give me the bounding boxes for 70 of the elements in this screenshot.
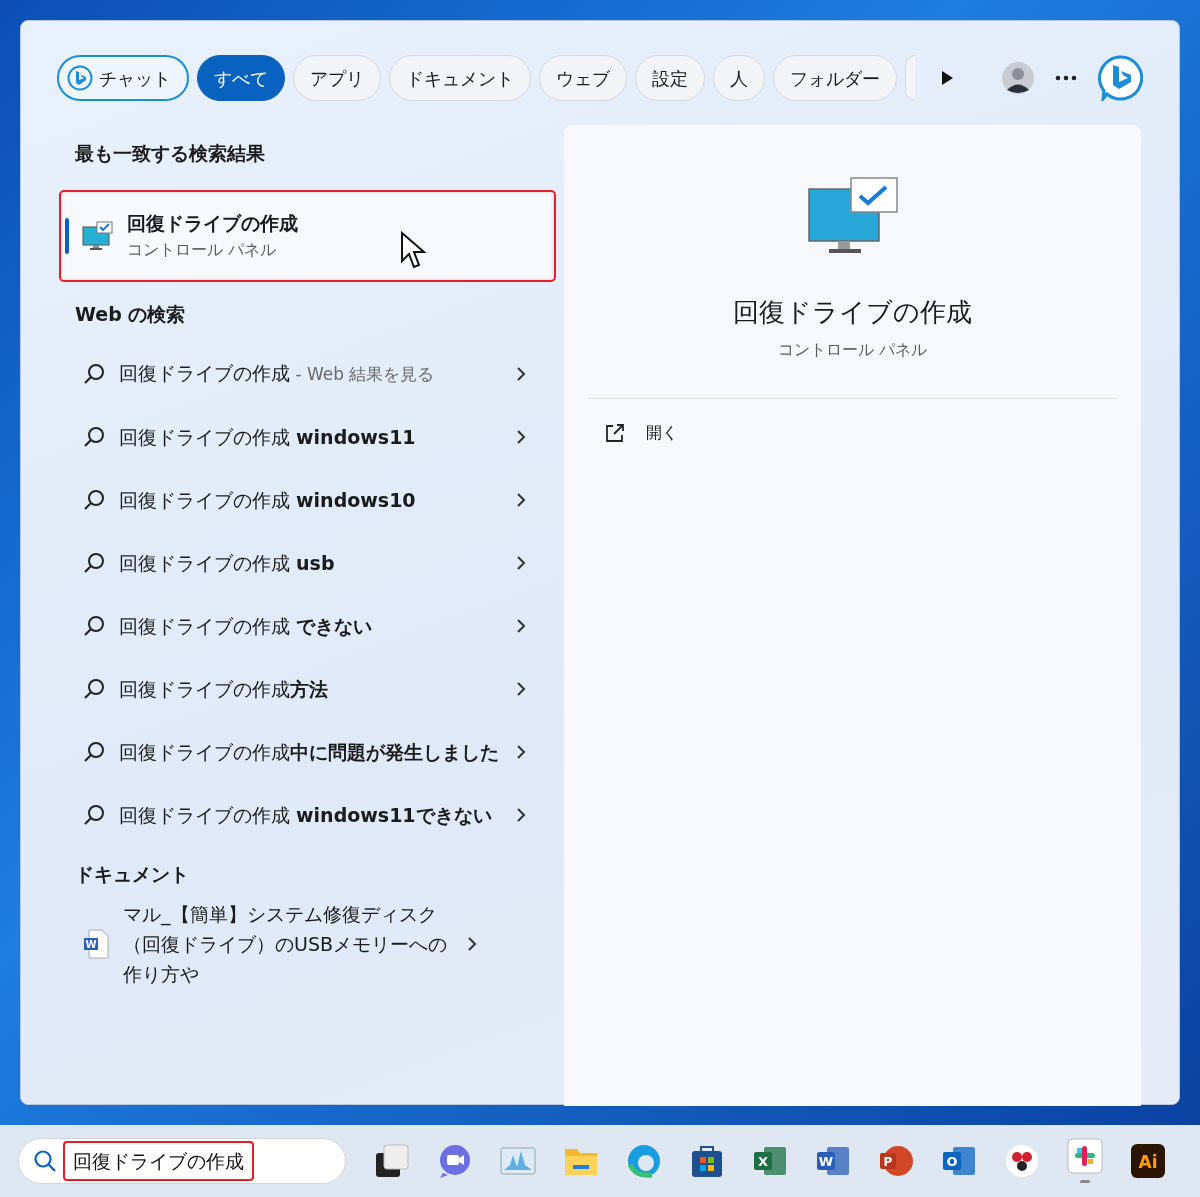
search-icon: [83, 425, 105, 448]
taskbar-search-field[interactable]: 回復ドライブの作成: [18, 1138, 346, 1184]
result-text: 回復ドライブの作成 できない: [119, 613, 374, 639]
chevron-icon: [516, 554, 526, 571]
best-match-item[interactable]: 回復ドライブの作成 コントロール パネル: [59, 189, 556, 282]
section-heading: 最も一致する検索結果: [74, 141, 266, 166]
chevron-icon: [516, 617, 526, 634]
store-icon[interactable]: [689, 1143, 725, 1179]
result-title: 回復ドライブの作成: [127, 211, 298, 237]
chevron-icon: [516, 680, 526, 697]
section-heading: Web の検索: [74, 301, 187, 327]
search-icon: [83, 362, 105, 385]
result-subtitle: コントロール パネル: [127, 238, 278, 261]
filter-tab[interactable]: アプリ: [293, 55, 381, 101]
web-result-item[interactable]: 回復ドライブの作成 - Web 結果を見る: [59, 342, 556, 405]
browser-icon[interactable]: [626, 1143, 662, 1179]
document-item[interactable]: W マル_【簡単】システム修復ディスク（回復ドライブ）のUSBメモリーへの作り方や: [59, 898, 556, 989]
chevron-icon: [516, 365, 526, 382]
filter-tab[interactable]: ドキュメント: [389, 55, 531, 101]
document-title: マル_【簡単】システム修復ディスク（回復ドライブ）のUSBメモリーへの作り方や: [123, 901, 448, 987]
web-result-item[interactable]: 回復ドライブの作成中に問題が発生しました: [59, 720, 556, 783]
chevron-icon: [516, 428, 526, 445]
flower-icon[interactable]: [1004, 1143, 1040, 1179]
filter-tab[interactable]: 設定: [635, 55, 705, 101]
bing-icon[interactable]: [1097, 55, 1143, 101]
preview-subtitle: コントロール パネル: [777, 339, 928, 361]
selection-indicator: [65, 217, 69, 254]
open-action[interactable]: 開く: [604, 421, 678, 445]
result-text: 回復ドライブの作成 windows11: [119, 424, 417, 450]
video-chat-icon[interactable]: [437, 1143, 473, 1179]
web-result-item[interactable]: 回復ドライブの作成 usb: [59, 531, 556, 594]
app-icon[interactable]: Ai: [1130, 1143, 1166, 1179]
result-text: 回復ドライブの作成方法: [119, 676, 329, 702]
result-text: 回復ドライブの作成 windows11できない: [119, 802, 493, 828]
result-text: 回復ドライブの作成: [119, 362, 290, 384]
filter-tab[interactable]: すべて: [197, 55, 285, 101]
filter-tab[interactable]: フォルダー: [773, 55, 897, 101]
hash-icon[interactable]: [1067, 1138, 1103, 1184]
filter-tab[interactable]: ウェブ: [539, 55, 627, 101]
avatar-icon[interactable]: [1001, 61, 1035, 95]
filter-tab[interactable]: 人: [713, 55, 765, 101]
result-hint: - Web 結果を見る: [294, 364, 435, 384]
external-link-icon: [604, 422, 626, 444]
section-heading: ドキュメント: [74, 862, 190, 887]
search-icon: [83, 740, 105, 763]
result-text: 回復ドライブの作成中に問題が発生しました: [119, 739, 500, 765]
bing-icon: [67, 65, 93, 91]
search-icon: [33, 1149, 57, 1173]
preview-title: 回復ドライブの作成: [733, 296, 972, 329]
result-text: 回復ドライブの作成 windows10: [119, 487, 417, 513]
play-icon[interactable]: [939, 69, 955, 87]
search-icon: [83, 551, 105, 574]
web-result-item[interactable]: 回復ドライブの作成 windows11: [59, 405, 556, 468]
chevron-icon: [516, 806, 526, 823]
chevron-icon: [516, 743, 526, 760]
search-icon: [83, 614, 105, 637]
search-icon: [83, 488, 105, 511]
search-icon: [83, 677, 105, 700]
chevron-icon: [516, 491, 526, 508]
monitor-icon: [81, 220, 115, 251]
more-icon[interactable]: [1055, 75, 1077, 81]
result-text: 回復ドライブの作成 usb: [119, 550, 336, 576]
web-result-item[interactable]: 回復ドライブの作成 できない: [59, 594, 556, 657]
search-icon: [83, 803, 105, 826]
web-result-item[interactable]: 回復ドライブの作成 windows11できない: [59, 783, 556, 846]
task-view-icon[interactable]: [374, 1143, 410, 1179]
web-result-item[interactable]: 回復ドライブの作成方法: [59, 657, 556, 720]
chevron-icon: [467, 935, 477, 952]
web-result-item[interactable]: 回復ドライブの作成 windows10: [59, 468, 556, 531]
chat-tab[interactable]: チャット: [57, 55, 189, 101]
